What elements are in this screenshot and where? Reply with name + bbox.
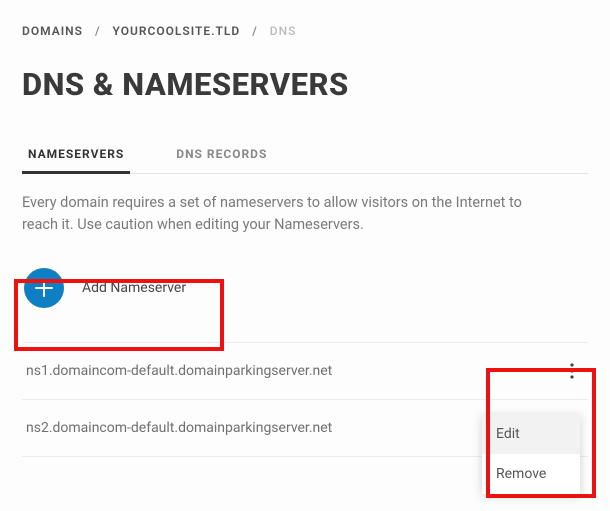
breadcrumb-domains[interactable]: DOMAINS: [22, 24, 83, 38]
breadcrumb-sep: /: [252, 24, 258, 38]
menu-item-remove[interactable]: Remove: [482, 454, 580, 494]
nameserver-action-menu: Edit Remove: [482, 414, 580, 494]
add-nameserver-label: Add Nameserver: [82, 280, 186, 296]
kebab-menu-button[interactable]: [560, 359, 584, 383]
tab-dns-records[interactable]: DNS RECORDS: [174, 137, 269, 173]
nameserver-row: ns1.domaincom-default.domainparkingserve…: [22, 342, 588, 400]
menu-item-edit[interactable]: Edit: [482, 414, 580, 454]
more-vertical-icon: [570, 363, 574, 379]
breadcrumb-domain[interactable]: YOURCOOLSITE.TLD: [113, 24, 241, 38]
tab-nameservers[interactable]: NAMESERVERS: [26, 137, 126, 173]
tabs: NAMESERVERS DNS RECORDS: [22, 137, 588, 174]
add-nameserver-button[interactable]: Add Nameserver: [22, 258, 188, 318]
nameservers-description: Every domain requires a set of nameserve…: [22, 192, 542, 236]
page-title: DNS & NAMESERVERS: [22, 66, 588, 103]
breadcrumb: DOMAINS / YOURCOOLSITE.TLD / DNS: [22, 24, 588, 38]
plus-icon: [24, 268, 64, 308]
nameserver-value: ns2.domaincom-default.domainparkingserve…: [26, 420, 332, 436]
breadcrumb-current: DNS: [270, 24, 297, 38]
breadcrumb-sep: /: [95, 24, 101, 38]
nameserver-value: ns1.domaincom-default.domainparkingserve…: [26, 363, 332, 379]
